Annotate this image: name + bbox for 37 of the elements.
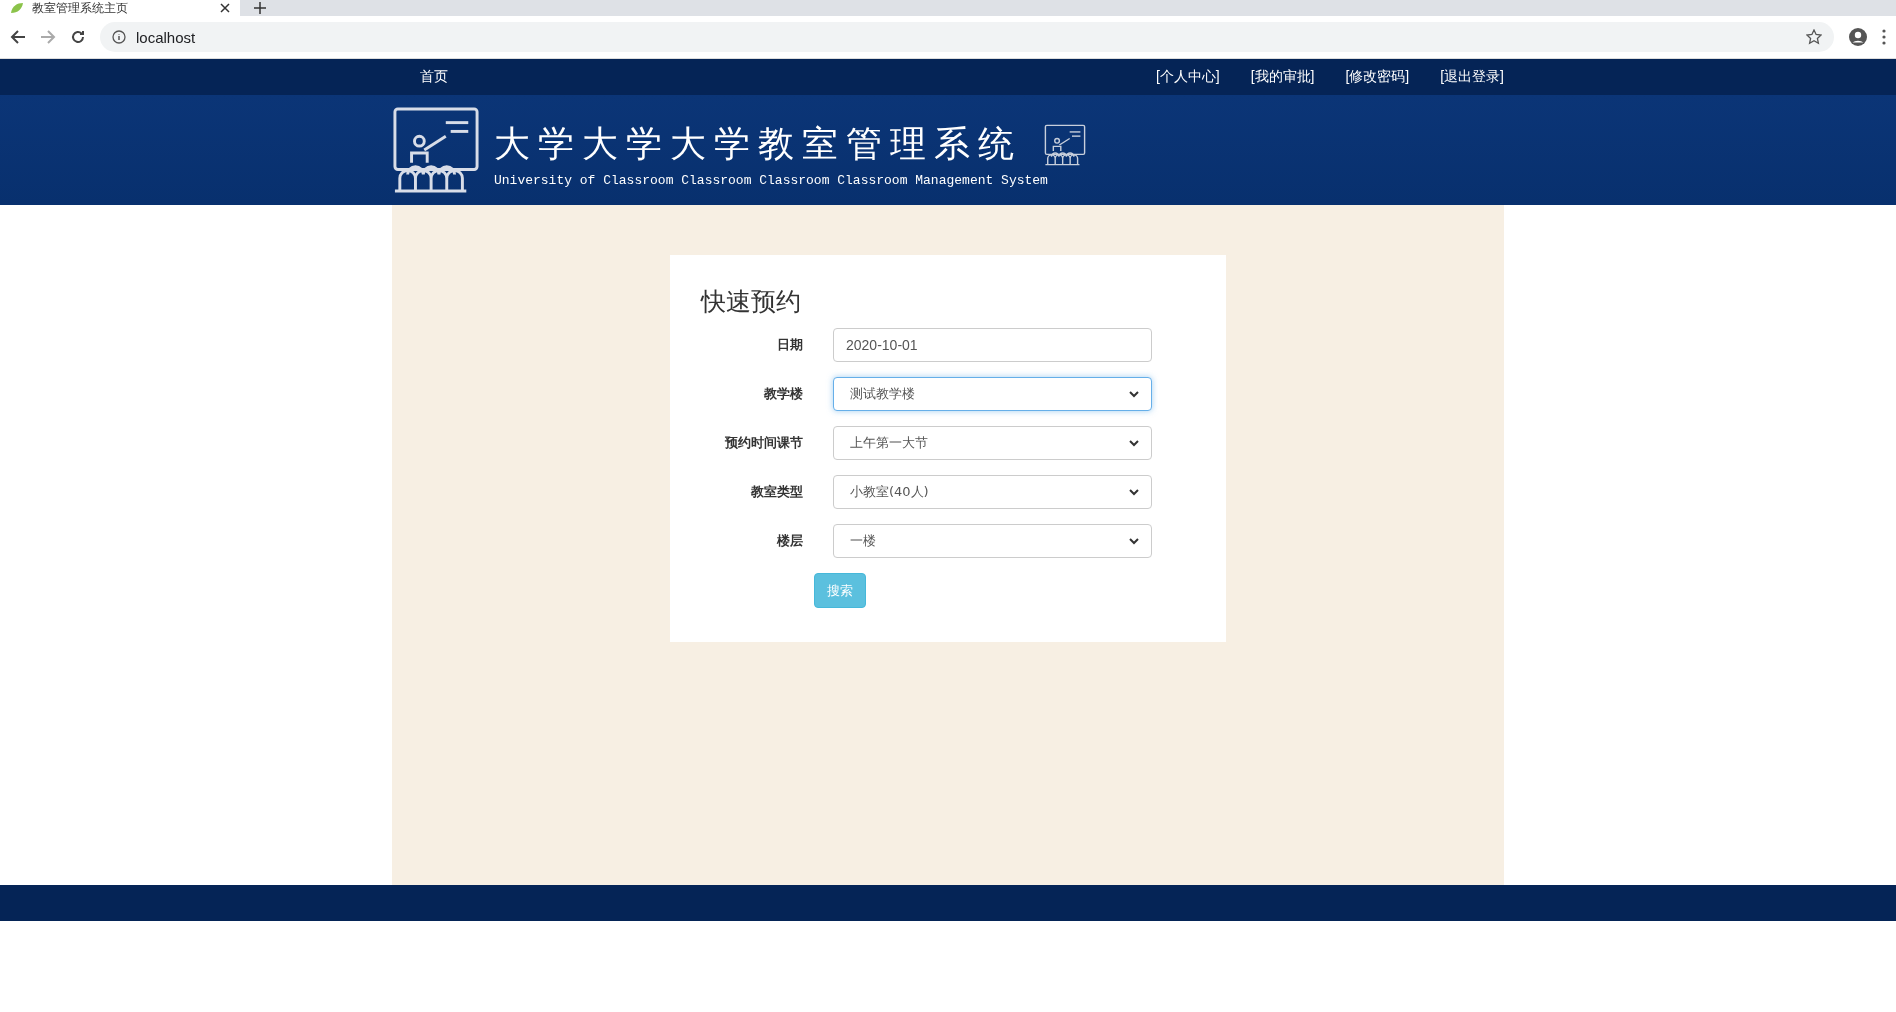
tab-title: 教室管理系统主页 (32, 0, 129, 16)
url-text: localhost (136, 28, 196, 46)
new-tab-icon[interactable] (254, 2, 266, 14)
field-label: 预约时间课节 (724, 434, 803, 452)
caret-icon (1129, 390, 1139, 398)
date-field[interactable]: 2020-10-01 (833, 328, 1152, 362)
close-icon[interactable] (220, 3, 230, 13)
field-label: 日期 (776, 336, 803, 354)
menu-icon[interactable] (1882, 29, 1886, 45)
info-icon (112, 30, 126, 44)
classroom-icon (1044, 123, 1086, 166)
caret-icon (1129, 488, 1139, 496)
reload-icon[interactable] (70, 29, 86, 45)
site-title: 大学大学大学教室管理系统 (494, 122, 1022, 166)
home-link[interactable]: 首页 (420, 68, 448, 86)
field-label: 楼层 (775, 532, 803, 550)
address-bar[interactable]: localhost (100, 22, 1834, 52)
caret-icon (1129, 439, 1139, 447)
back-icon[interactable] (10, 29, 26, 45)
caret-icon (1129, 537, 1139, 545)
site-subtitle: University of Classroom Classroom Classroom Classroom Management System (494, 173, 1049, 188)
star-icon[interactable] (1806, 29, 1822, 45)
account-icon[interactable] (1848, 27, 1868, 47)
nav-link[interactable]: [个人中心] (1155, 68, 1220, 86)
form-title: 快速预约 (701, 286, 802, 318)
field-label: 教室类型 (750, 483, 803, 501)
dropdown-field[interactable]: 测试教学楼 (833, 377, 1152, 411)
nav-link[interactable]: [我的审批] (1250, 68, 1315, 86)
field-label: 教学楼 (763, 385, 803, 403)
nav-link[interactable]: [退出登录] (1440, 68, 1504, 86)
nav-link[interactable]: [修改密码] (1345, 68, 1410, 86)
classroom-icon (392, 106, 480, 194)
browser-tab[interactable]: 教室管理系统主页 (0, 0, 240, 16)
dropdown-field[interactable]: 小教室(40人) (833, 475, 1152, 509)
dropdown-field[interactable]: 上午第一大节 (833, 426, 1152, 460)
leaf-icon (10, 2, 24, 14)
dropdown-field[interactable]: 一楼 (833, 524, 1152, 558)
